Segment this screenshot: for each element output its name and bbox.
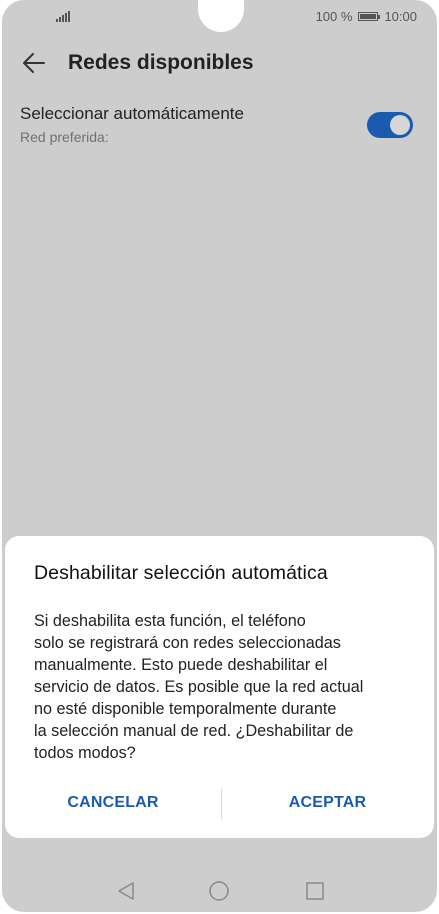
battery-percent: 100 % bbox=[315, 9, 353, 24]
dialog-buttons: CANCELAR ACEPTAR bbox=[5, 786, 434, 820]
auto-select-toggle[interactable] bbox=[367, 112, 413, 138]
auto-select-setting[interactable]: Seleccionar automáticamente Red preferid… bbox=[2, 96, 437, 156]
arrow-left-icon[interactable] bbox=[20, 49, 48, 77]
triangle-back-icon[interactable] bbox=[115, 880, 137, 907]
battery-icon bbox=[358, 12, 381, 21]
confirm-dialog: Deshabilitar selección automática Si des… bbox=[5, 536, 434, 838]
status-bar: 100 % 10:00 bbox=[2, 0, 437, 34]
page-title: Redes disponibles bbox=[68, 51, 254, 74]
setting-title: Seleccionar automáticamente bbox=[20, 104, 244, 123]
setting-subtitle: Red preferida: bbox=[20, 129, 109, 145]
square-recent-icon[interactable] bbox=[304, 880, 326, 907]
circle-home-icon[interactable] bbox=[208, 880, 230, 907]
signal-icon bbox=[56, 10, 70, 22]
screen: 100 % 10:00 Redes disponibles Selecciona… bbox=[2, 0, 437, 912]
clock: 10:00 bbox=[384, 9, 417, 24]
dialog-message: Si deshabilita esta función, el teléfono… bbox=[34, 612, 364, 762]
dialog-title: Deshabilitar selección automática bbox=[34, 562, 328, 584]
app-bar: Redes disponibles bbox=[2, 40, 437, 86]
accept-button[interactable]: ACEPTAR bbox=[221, 786, 434, 820]
navigation-bar bbox=[2, 864, 437, 912]
status-right: 100 % 10:00 bbox=[316, 9, 417, 24]
phone-frame: 100 % 10:00 Redes disponibles Selecciona… bbox=[0, 0, 439, 914]
toggle-knob bbox=[390, 115, 410, 135]
cancel-button[interactable]: CANCELAR bbox=[5, 786, 221, 820]
